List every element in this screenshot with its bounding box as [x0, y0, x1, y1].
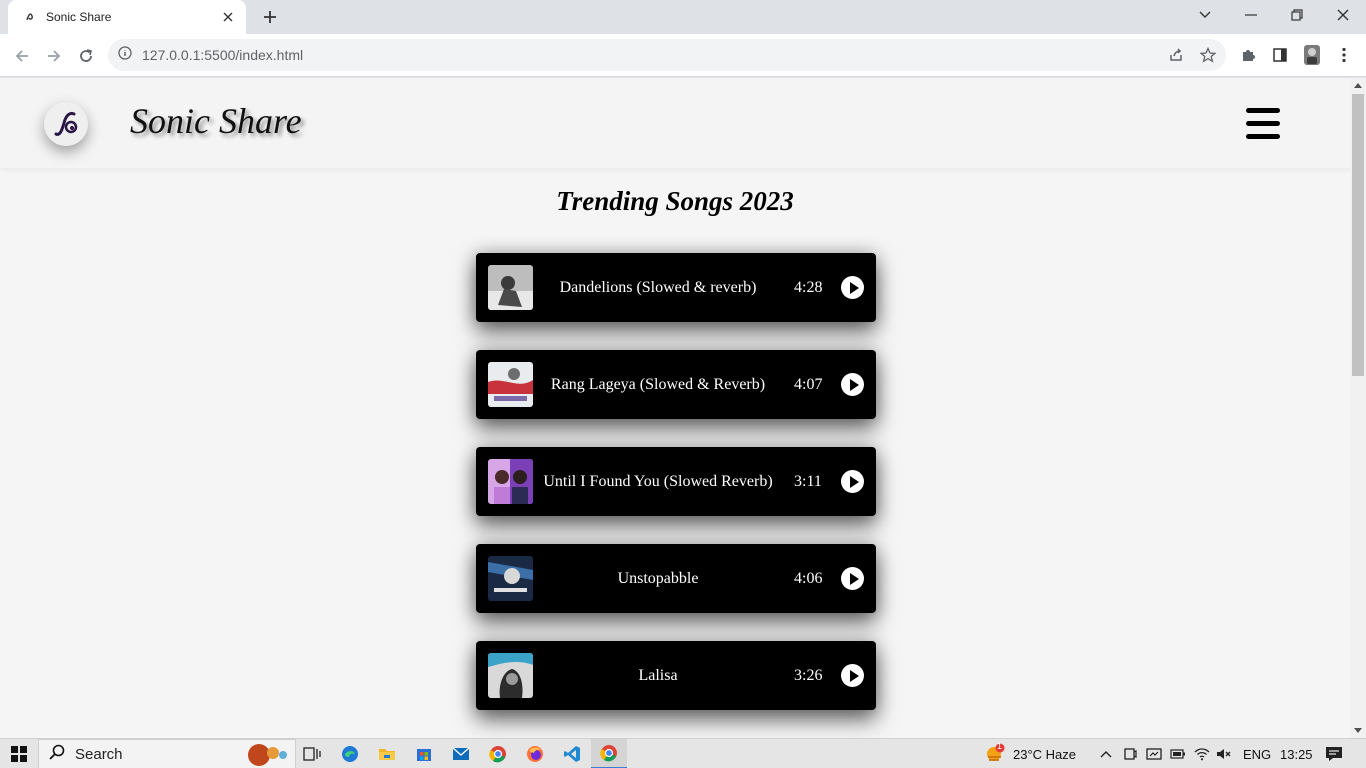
weather-text[interactable]: 23°C Haze — [1013, 739, 1076, 768]
restore-window-icon[interactable] — [1274, 0, 1320, 30]
close-tab-icon[interactable] — [220, 9, 236, 25]
windows-start-icon[interactable] — [0, 739, 38, 768]
show-hidden-icons-chevron-icon[interactable] — [1098, 746, 1114, 762]
weather-icon[interactable] — [984, 743, 1006, 763]
album-cover — [488, 459, 533, 504]
forward-arrow-icon[interactable] — [40, 42, 68, 70]
song-title: Dandelions (Slowed & reverb) — [559, 278, 757, 296]
sonic-share-logo[interactable] — [44, 102, 88, 146]
browser-toolbar: 127.0.0.1:5500/index.html — [0, 34, 1366, 77]
scrollbar-thumb[interactable] — [1352, 94, 1364, 376]
reload-icon[interactable] — [72, 42, 100, 70]
side-panel-icon[interactable] — [1266, 40, 1294, 70]
album-cover — [488, 653, 533, 698]
song-card[interactable]: Lalisa 3:26 — [476, 641, 876, 710]
wifi-icon[interactable] — [1194, 746, 1210, 762]
scroll-up-arrow-icon[interactable] — [1354, 83, 1362, 88]
play-icon[interactable] — [841, 470, 864, 493]
close-window-icon[interactable] — [1320, 0, 1366, 30]
song-duration: 4:28 — [794, 278, 823, 296]
play-icon[interactable] — [841, 664, 864, 687]
search-icon — [49, 744, 65, 765]
taskbar-search-box[interactable]: Search — [38, 739, 296, 768]
section-title: Trending Songs 2023 — [556, 186, 794, 216]
chrome-active-icon[interactable] — [591, 739, 627, 768]
weather-badge: 1 — [997, 741, 1003, 751]
language-indicator[interactable]: ENG — [1243, 739, 1271, 768]
address-bar[interactable]: 127.0.0.1:5500/index.html — [108, 39, 1226, 71]
brand-title: Sonic Share — [130, 101, 302, 141]
play-icon[interactable] — [841, 373, 864, 396]
clock-time[interactable]: 13:25 — [1280, 739, 1313, 768]
back-arrow-icon[interactable] — [8, 42, 36, 70]
extensions-puzzle-icon[interactable] — [1234, 40, 1262, 70]
song-duration: 3:11 — [794, 472, 822, 490]
minimize-window-icon[interactable] — [1228, 0, 1274, 30]
share-icon[interactable] — [1162, 40, 1190, 70]
play-icon[interactable] — [841, 276, 864, 299]
taskbar-search-label: Search — [75, 745, 123, 763]
tab-strip: Sonic Share — [0, 0, 1366, 34]
song-duration: 4:07 — [794, 375, 823, 393]
album-cover — [488, 265, 533, 310]
scroll-down-arrow-icon[interactable] — [1354, 728, 1362, 733]
album-cover — [488, 362, 533, 407]
camera-icon[interactable] — [1146, 746, 1162, 762]
file-explorer-icon[interactable] — [369, 739, 405, 768]
song-duration: 4:06 — [794, 569, 823, 587]
tab-search-chevron-icon[interactable] — [1182, 0, 1228, 30]
vscode-icon[interactable] — [554, 739, 590, 768]
song-title: Rang Lageya (Slowed & Reverb) — [550, 375, 766, 393]
firefox-icon[interactable] — [517, 739, 553, 768]
battery-icon[interactable] — [1170, 746, 1186, 762]
browser-menu-icon[interactable] — [1330, 40, 1358, 70]
edge-browser-icon[interactable] — [332, 739, 368, 768]
notifications-icon[interactable] — [1325, 745, 1343, 763]
site-info-icon[interactable] — [118, 45, 132, 65]
tab-title: Sonic Share — [46, 10, 112, 24]
search-highlight-icon — [243, 743, 291, 768]
profile-avatar[interactable] — [1298, 40, 1326, 70]
windows-taskbar: Search 1 23°C Haze ENG 13:25 — [0, 738, 1366, 768]
song-card[interactable]: Until I Found You (Slowed Reverb) 3:11 — [476, 447, 876, 516]
hamburger-menu-icon[interactable] — [1246, 108, 1280, 140]
chrome-icon[interactable] — [480, 739, 516, 768]
new-tab-button[interactable] — [258, 5, 282, 29]
site-favicon-icon — [22, 9, 38, 25]
song-title: Unstopabble — [617, 569, 699, 587]
task-view-icon[interactable] — [294, 739, 330, 768]
page-scrollbar[interactable] — [1350, 78, 1366, 738]
song-title: Until I Found You (Slowed Reverb) — [543, 472, 773, 490]
mail-icon[interactable] — [443, 739, 479, 768]
bookmark-star-icon[interactable] — [1194, 40, 1222, 70]
album-cover — [488, 556, 533, 601]
url-text: 127.0.0.1:5500/index.html — [142, 47, 304, 63]
meet-now-icon[interactable] — [1122, 746, 1138, 762]
play-icon[interactable] — [841, 567, 864, 590]
volume-muted-icon[interactable] — [1216, 746, 1232, 762]
site-header: Sonic Share — [0, 78, 1350, 168]
song-card[interactable]: Rang Lageya (Slowed & Reverb) 4:07 — [476, 350, 876, 419]
song-card[interactable]: Unstopabble 4:06 — [476, 544, 876, 613]
page-viewport: Sonic Share Trending Songs 2023 Dandelio… — [0, 78, 1350, 738]
song-duration: 3:26 — [794, 666, 823, 684]
browser-tab[interactable]: Sonic Share — [8, 0, 246, 34]
song-title: Lalisa — [638, 666, 678, 684]
microsoft-store-icon[interactable] — [406, 739, 442, 768]
song-card[interactable]: Dandelions (Slowed & reverb) 4:28 — [476, 253, 876, 322]
